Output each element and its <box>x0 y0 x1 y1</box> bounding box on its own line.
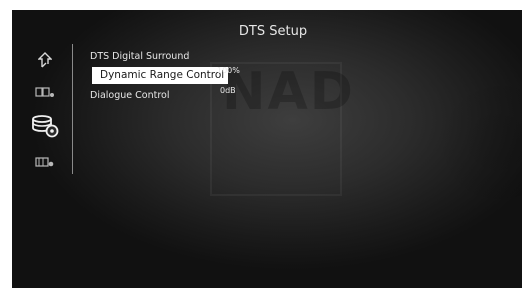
audio-settings-icon <box>31 114 59 138</box>
background-knob-shape <box>432 70 522 220</box>
speaker-setup-icon <box>35 86 55 98</box>
background-logo-watermark: NAD <box>222 62 355 122</box>
page-title: DTS Setup <box>238 24 308 39</box>
sidebar-divider <box>72 44 73 174</box>
video-settings-icon <box>35 156 55 168</box>
osd-screen: NAD DTS Setup DTS Digital Surround Dynam… <box>12 10 522 288</box>
sidebar-item-audio-settings[interactable] <box>22 112 68 140</box>
sidebar-item-source[interactable] <box>22 48 68 72</box>
setting-row-dynamic-range-control[interactable]: Dynamic Range Control 100% <box>92 63 240 84</box>
sidebar-item-video-settings[interactable] <box>22 150 68 174</box>
sidebar-item-speaker-setup[interactable] <box>22 80 68 104</box>
setting-label: Dialogue Control <box>90 90 170 101</box>
setting-label: Dynamic Range Control <box>92 67 229 84</box>
setting-row-dialogue-control[interactable]: Dialogue Control 0dB <box>90 83 236 101</box>
setting-row-dts-digital-surround[interactable]: DTS Digital Surround <box>90 44 189 62</box>
source-arrow-icon <box>38 52 52 68</box>
setting-value: 0dB <box>220 86 236 95</box>
setting-value: 100% <box>217 66 240 75</box>
